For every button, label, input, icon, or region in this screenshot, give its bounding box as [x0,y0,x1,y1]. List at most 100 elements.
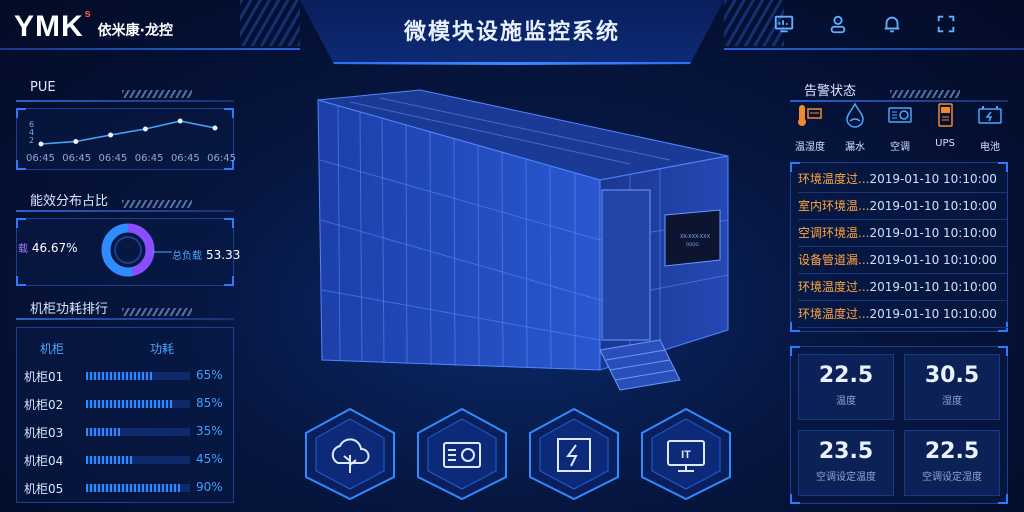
energy-right-value: 53.33 [206,248,241,262]
header-decoration-left [240,0,300,46]
header-left-line [0,48,300,50]
ranking-row: 机柜01 65% [16,366,234,386]
logo: YMK s 依米康·龙控 [14,8,173,44]
thermometer-icon [795,100,825,130]
stat-card-ac-temp-setpoint: 23.5 空调设定温度 [798,430,894,496]
ranking-row: 机柜04 45% [16,450,234,470]
logo-text: 依米康·龙控 [97,23,173,39]
pue-title: PUE [30,80,56,95]
header-toolbar [772,12,958,36]
alarm-event[interactable]: 环境温度过...2019-01-10 10:10:00 [798,166,1008,193]
environment-button[interactable] [298,405,402,501]
pue-series-line [40,120,216,145]
alarm-message: 环境温度过 [798,172,859,186]
energy-left-value: 46.67% [31,241,78,255]
power-button[interactable] [522,405,626,501]
pue-x-tick: 06:45 [170,153,200,164]
alarm-ellipsis: ... [858,199,870,213]
ranking-col-power: 功耗 [150,342,175,356]
monitor-icon[interactable] [772,12,796,36]
logo-mark: YMK s [14,8,92,43]
ranking-bar-track [86,456,190,464]
air-conditioner-icon [885,100,915,130]
energy-left-tag: 载 [18,244,28,255]
ranking-bar-fill [86,484,180,492]
alarm-category-label: 漏水 [845,142,865,153]
energy-title: 能效分布占比 [30,194,109,209]
alarm-event[interactable]: 环境温度过...2019-01-10 10:10:00 [798,301,1008,328]
ranking-cabinet-name: 机柜02 [24,398,64,412]
pue-point [212,125,218,131]
ranking-row: 机柜02 85% [16,394,234,414]
pue-x-tick: 06:45 [98,153,128,164]
ranking-bar-fill [86,456,133,464]
screen-line: OOOO [686,242,699,247]
pue-x-axis: 06:45 06:45 06:45 06:45 06:45 06:45 [26,153,236,164]
pue-point [38,141,44,147]
energy-donut-chart [101,223,155,277]
stat-label: 空调设定温度 [816,472,876,483]
ranking-bar-fill [86,428,123,436]
stat-value: 30.5 [924,363,980,388]
alarm-message: 空调环境温 [798,226,859,240]
ranking-value: 85% [196,396,223,410]
alarm-category-temperature[interactable]: 温湿度 [790,100,830,153]
alarm-message: 室内环境温 [798,199,859,213]
page-title: 微模块设施监控系统 [403,20,620,45]
ranking-cabinet-name: 机柜01 [24,370,64,384]
alarm-time: 2019-01-10 10:10:00 [869,226,997,240]
alarm-category-label: UPS [935,138,955,149]
alarm-event[interactable]: 设备管道漏...2019-01-10 10:10:00 [798,247,1008,274]
stat-label: 温度 [836,396,856,407]
alarm-ellipsis: ... [858,280,870,294]
header-right-line [724,48,1024,50]
pue-x-tick: 06:45 [26,153,55,164]
alarm-category-ups[interactable]: UPS [925,100,965,153]
stat-value: 22.5 [924,439,980,464]
user-icon[interactable] [826,12,850,36]
ranking-cabinet-name: 机柜03 [24,426,64,440]
alarm-category-ac[interactable]: 空调 [880,100,920,153]
alarm-event[interactable]: 环境温度过...2019-01-10 10:10:00 [798,274,1008,301]
bell-icon[interactable] [880,12,904,36]
ranking-bar-track [86,484,190,492]
ranking-value: 65% [196,368,223,382]
stat-label: 空调设定湿度 [922,472,982,483]
alarm-time: 2019-01-10 10:10:00 [869,199,997,213]
battery-icon [975,100,1005,130]
ranking-header: 机柜 功耗 [16,338,234,356]
stat-card-humidity: 30.5 湿度 [904,354,1000,420]
alarm-ellipsis: ... [858,307,870,321]
pue-x-tick: 06:45 [207,153,236,164]
alarm-category-battery[interactable]: 电池 [970,100,1010,153]
alarm-category-label: 空调 [890,142,910,153]
ups-icon [930,100,960,130]
pue-point [108,132,114,138]
it-button[interactable]: IT [634,405,738,501]
stat-card-temperature: 22.5 温度 [798,354,894,420]
alarm-message: 环境温度过 [798,280,859,294]
air-conditioner-button[interactable] [410,405,514,501]
alarm-title-decoration [890,90,960,98]
ranking-value: 45% [196,452,223,466]
alarm-categories: 温湿度 漏水 空调 UPS 电池 [790,100,1010,153]
alarm-event[interactable]: 空调环境温...2019-01-10 10:10:00 [798,220,1008,247]
stat-label: 湿度 [942,396,962,407]
stat-value: 22.5 [818,363,874,388]
ranking-value: 90% [196,480,223,494]
alarm-time: 2019-01-10 10:10:00 [869,307,997,321]
container-illustration: XX-XXX-XXX OOOO [270,89,730,391]
alarm-event[interactable]: 室内环境温...2019-01-10 10:10:00 [798,193,1008,220]
alarm-category-leak[interactable]: 漏水 [835,100,875,153]
pue-point [177,118,183,124]
pue-title-underline [16,100,234,102]
pue-x-tick: 06:45 [134,153,164,164]
ranking-bar-track [86,400,190,408]
energy-right-legend: 总负载 53.33 [172,247,240,262]
alarm-event-list: 环境温度过...2019-01-10 10:10:00 室内环境温...2019-… [798,166,1008,328]
ranking-row: 机柜05 90% [16,478,234,498]
pue-title-decoration [122,90,192,98]
alarm-category-label: 电池 [980,142,1000,153]
fullscreen-icon[interactable] [934,12,958,36]
energy-left-legend: 载 46.67% [18,240,78,255]
